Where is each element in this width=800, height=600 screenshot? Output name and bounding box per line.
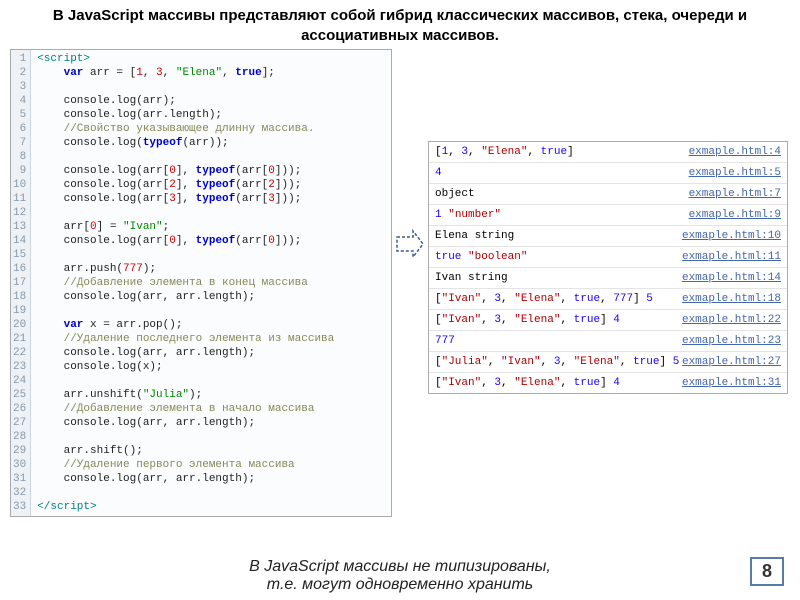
console-value: Elena string [435, 229, 514, 243]
console-row: Ivan string exmaple.html:14 [429, 268, 787, 289]
console-row: 4 exmaple.html:5 [429, 163, 787, 184]
console-source: exmaple.html:14 [682, 271, 781, 285]
console-source: exmaple.html:9 [689, 208, 781, 222]
console-row: 1 "number" exmaple.html:9 [429, 205, 787, 226]
console-source: exmaple.html:11 [682, 250, 781, 264]
slide-title: В JavaScript массивы представляют собой … [0, 0, 800, 49]
code-panel: 1 2 3 4 5 6 7 8 9 10 11 12 13 14 15 16 1… [10, 49, 392, 517]
console-value: 777 [435, 334, 455, 348]
slide-content: 1 2 3 4 5 6 7 8 9 10 11 12 13 14 15 16 1… [0, 49, 800, 517]
console-source: exmaple.html:23 [682, 334, 781, 348]
console-source: exmaple.html:27 [682, 355, 781, 369]
console-row: 777 exmaple.html:23 [429, 331, 787, 352]
console-value: 4 [435, 166, 442, 180]
console-source: exmaple.html:22 [682, 313, 781, 327]
console-row: true "boolean" exmaple.html:11 [429, 247, 787, 268]
console-row: ["Ivan", 3, "Elena", true] 4 exmaple.html… [429, 310, 787, 331]
console-panel: [1, 3, "Elena", true] exmaple.html:4 4 exma… [428, 141, 788, 394]
console-value: Ivan string [435, 271, 508, 285]
console-row: Elena string exmaple.html:10 [429, 226, 787, 247]
console-value: ["Ivan", 3, "Elena", true, 777] 5 [435, 292, 653, 306]
console-source: exmaple.html:10 [682, 229, 781, 243]
console-row: ["Ivan", 3, "Elena", true] 4 exmaple.html… [429, 373, 787, 393]
console-value: object [435, 187, 475, 201]
console-row: object exmaple.html:7 [429, 184, 787, 205]
console-source: exmaple.html:7 [689, 187, 781, 201]
console-value: ["Ivan", 3, "Elena", true] 4 [435, 313, 620, 327]
console-source: exmaple.html:5 [689, 166, 781, 180]
console-value: 1 "number" [435, 208, 501, 222]
console-row: ["Julia", "Ivan", 3, "Elena", true] 5exm… [429, 352, 787, 373]
console-value: ["Julia", "Ivan", 3, "Elena", true] 5 [435, 355, 679, 369]
line-gutter: 1 2 3 4 5 6 7 8 9 10 11 12 13 14 15 16 1… [11, 50, 31, 516]
footer-line-2: т.е. могут одновременно хранить [0, 576, 800, 594]
code-body: <script> var arr = [1, 3, "Elena", true]… [31, 50, 340, 516]
console-source: exmaple.html:31 [682, 376, 781, 390]
console-row: ["Ivan", 3, "Elena", true, 777] 5 exmaple… [429, 289, 787, 310]
console-value: true "boolean" [435, 250, 527, 264]
console-value: [1, 3, "Elena", true] [435, 145, 574, 159]
console-source: exmaple.html:4 [689, 145, 781, 159]
console-value: ["Ivan", 3, "Elena", true] 4 [435, 376, 620, 390]
page-number: 8 [750, 557, 784, 586]
footer-line-1: В JavaScript массивы не типизированы, [0, 558, 800, 576]
slide-footer: В JavaScript массивы не типизированы, т.… [0, 558, 800, 594]
arrow-icon [392, 49, 428, 259]
console-source: exmaple.html:18 [682, 292, 781, 306]
console-row: [1, 3, "Elena", true] exmaple.html:4 [429, 142, 787, 163]
